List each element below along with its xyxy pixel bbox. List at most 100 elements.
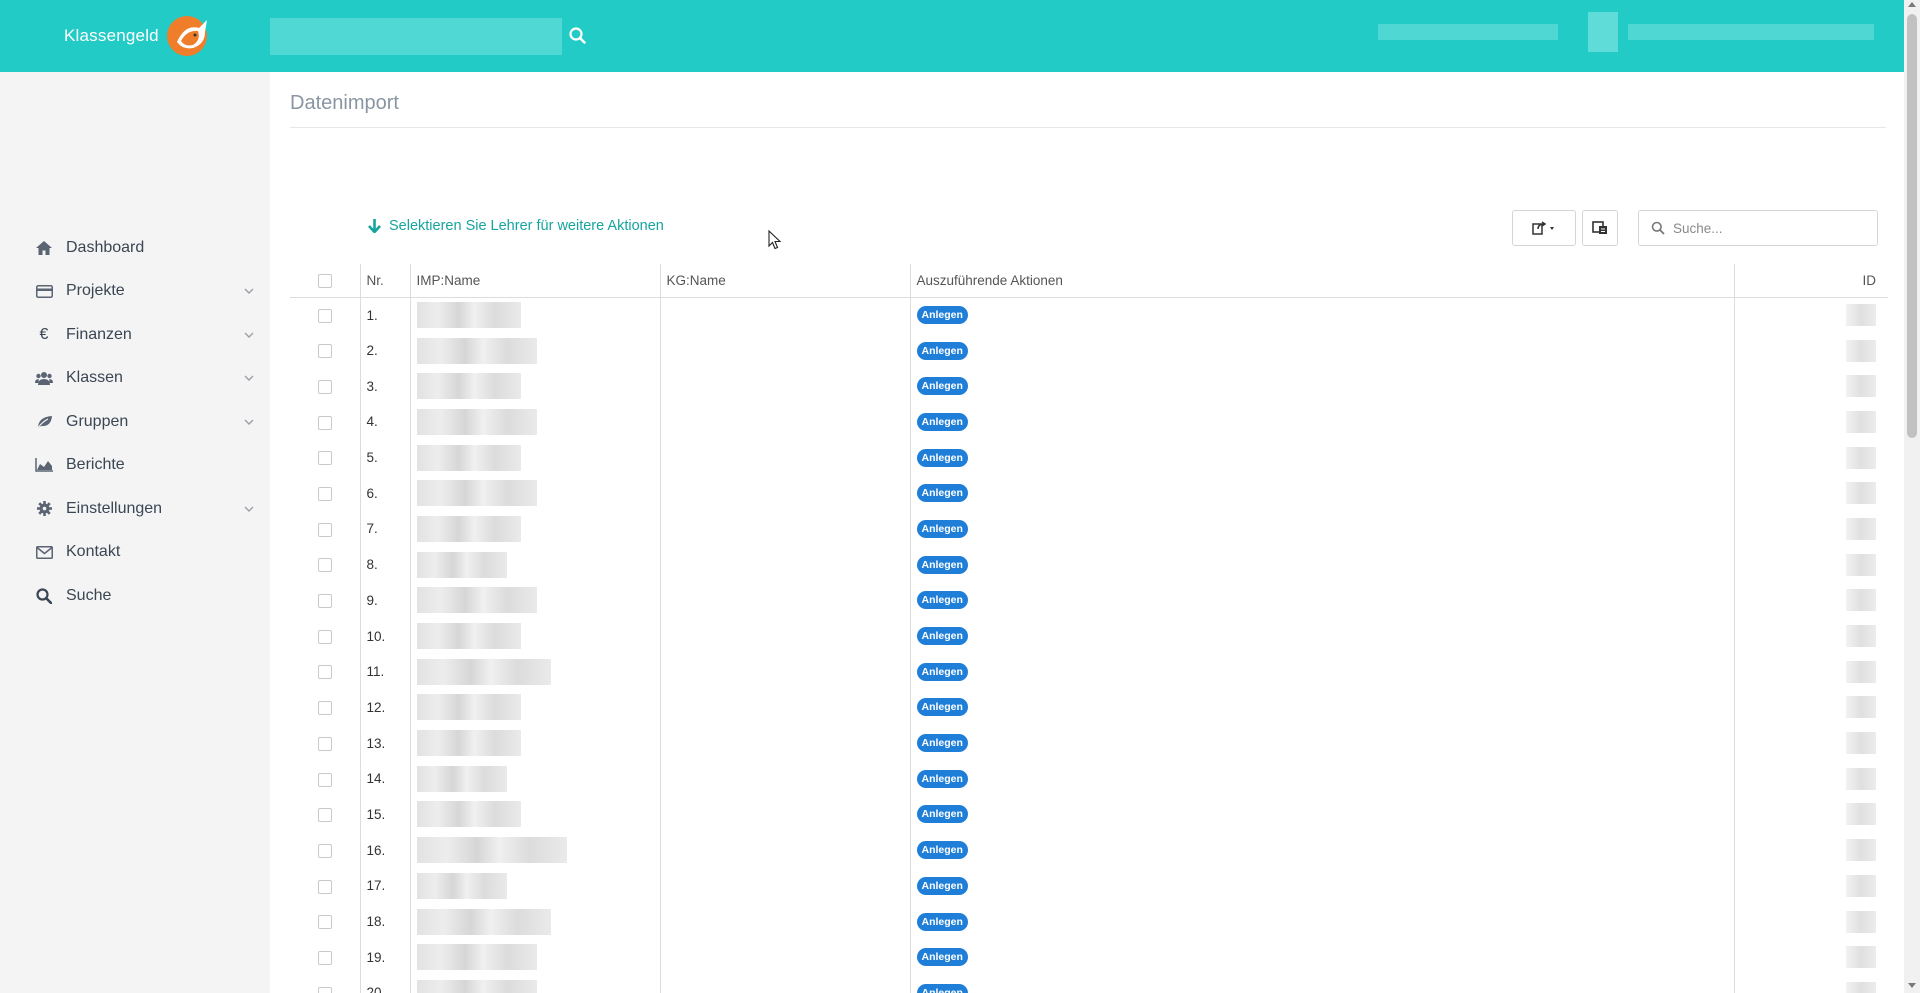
anlegen-badge[interactable]: Anlegen bbox=[916, 341, 968, 360]
row-checkbox[interactable] bbox=[317, 379, 332, 394]
row-id bbox=[1733, 939, 1888, 976]
table-row[interactable]: 2. Anlegen bbox=[290, 332, 1888, 369]
table-row[interactable]: 9. Anlegen bbox=[290, 582, 1888, 619]
import-table: Nr. IMP:Name KG:Name Auszuführende Aktio… bbox=[290, 264, 1888, 993]
anlegen-badge[interactable]: Anlegen bbox=[916, 769, 968, 788]
anlegen-badge[interactable]: Anlegen bbox=[916, 306, 968, 325]
sidebar-item-einstellungen[interactable]: Einstellungen bbox=[0, 487, 270, 531]
row-imp-name bbox=[409, 404, 660, 440]
sidebar-item-klassen[interactable]: Klassen bbox=[0, 357, 270, 401]
row-checkbox[interactable] bbox=[317, 415, 332, 430]
anlegen-badge[interactable]: Anlegen bbox=[916, 698, 968, 717]
table-row[interactable]: 7. Anlegen bbox=[290, 511, 1888, 547]
anlegen-badge[interactable]: Anlegen bbox=[916, 484, 968, 503]
column-header-nr[interactable]: Nr. bbox=[359, 264, 410, 298]
blurred-name bbox=[416, 551, 507, 578]
row-checkbox[interactable] bbox=[317, 879, 332, 894]
row-checkbox[interactable] bbox=[317, 665, 332, 680]
row-checkbox[interactable] bbox=[317, 594, 332, 609]
sidebar-item-suche[interactable]: Suche bbox=[0, 574, 270, 618]
anlegen-badge[interactable]: Anlegen bbox=[916, 448, 968, 467]
anlegen-badge[interactable]: Anlegen bbox=[916, 734, 968, 753]
sidebar-item-kontakt[interactable]: Kontakt bbox=[0, 531, 270, 575]
table-row[interactable]: 6. Anlegen bbox=[290, 475, 1888, 512]
global-search-input[interactable] bbox=[270, 18, 562, 55]
anlegen-badge[interactable]: Anlegen bbox=[916, 948, 968, 967]
column-header-imp-name[interactable]: IMP:Name bbox=[409, 264, 660, 298]
blurred-name bbox=[416, 444, 521, 471]
user-info-blurred[interactable] bbox=[1378, 24, 1558, 40]
user-avatar-blurred[interactable] bbox=[1588, 12, 1618, 52]
table-row[interactable]: 16. Anlegen bbox=[290, 832, 1888, 868]
scroll-up-arrow-icon[interactable] bbox=[1908, 2, 1916, 7]
table-row[interactable]: 13. Anlegen bbox=[290, 725, 1888, 761]
sidebar-item-berichte[interactable]: Berichte bbox=[0, 444, 270, 488]
columns-toggle-button[interactable] bbox=[1582, 210, 1618, 246]
row-checkbox[interactable] bbox=[317, 344, 332, 359]
sidebar-item-projekte[interactable]: Projekte bbox=[0, 270, 270, 314]
anlegen-badge[interactable]: Anlegen bbox=[916, 627, 968, 646]
brand-logo[interactable]: Klassengeld bbox=[64, 14, 215, 58]
table-row[interactable]: 11. Anlegen bbox=[290, 653, 1888, 690]
blurred-id bbox=[1846, 375, 1876, 398]
table-row[interactable]: 5. Anlegen bbox=[290, 439, 1888, 476]
row-checkbox[interactable] bbox=[317, 451, 332, 466]
row-checkbox[interactable] bbox=[317, 558, 332, 573]
table-row[interactable]: 14. Anlegen bbox=[290, 760, 1888, 797]
anlegen-badge[interactable]: Anlegen bbox=[916, 912, 968, 931]
table-row[interactable]: 15. Anlegen bbox=[290, 796, 1888, 833]
table-row[interactable]: 19. Anlegen bbox=[290, 939, 1888, 976]
table-row[interactable]: 12. Anlegen bbox=[290, 689, 1888, 726]
anlegen-badge[interactable]: Anlegen bbox=[916, 377, 968, 396]
anlegen-badge[interactable]: Anlegen bbox=[916, 555, 968, 574]
table-row[interactable]: 8. Anlegen bbox=[290, 546, 1888, 583]
column-header-kg-name[interactable]: KG:Name bbox=[659, 264, 910, 298]
row-checkbox[interactable] bbox=[317, 736, 332, 751]
row-checkbox[interactable] bbox=[317, 701, 332, 716]
sidebar-item-dashboard[interactable]: Dashboard bbox=[0, 226, 270, 270]
row-checkbox[interactable] bbox=[317, 772, 332, 787]
anlegen-badge[interactable]: Anlegen bbox=[916, 519, 968, 538]
anlegen-badge[interactable]: Anlegen bbox=[916, 805, 968, 824]
row-checkbox[interactable] bbox=[317, 986, 332, 993]
row-checkbox[interactable] bbox=[317, 915, 332, 930]
blurred-name bbox=[416, 694, 521, 721]
column-header-actions[interactable]: Auszuführende Aktionen bbox=[909, 264, 1734, 298]
user-name-blurred[interactable] bbox=[1628, 24, 1874, 40]
export-dropdown-button[interactable] bbox=[1512, 210, 1576, 246]
table-row[interactable]: 17. Anlegen bbox=[290, 868, 1888, 904]
row-checkbox[interactable] bbox=[317, 808, 332, 823]
table-row[interactable]: 4. Anlegen bbox=[290, 404, 1888, 440]
anlegen-badge[interactable]: Anlegen bbox=[916, 983, 968, 993]
sidebar-item-finanzen[interactable]: € Finanzen bbox=[0, 313, 270, 357]
scrollbar-thumb[interactable] bbox=[1907, 14, 1917, 438]
row-checkbox[interactable] bbox=[317, 308, 332, 323]
row-nr: 19. bbox=[359, 939, 410, 976]
sidebar-item-gruppen[interactable]: Gruppen bbox=[0, 400, 270, 444]
anlegen-badge[interactable]: Anlegen bbox=[916, 662, 968, 681]
scroll-down-arrow-icon[interactable] bbox=[1908, 983, 1916, 988]
column-header-id[interactable]: ID bbox=[1733, 264, 1888, 298]
row-checkbox[interactable] bbox=[317, 629, 332, 644]
table-row[interactable]: 20. Anlegen bbox=[290, 975, 1888, 993]
table-row[interactable]: 18. Anlegen bbox=[290, 903, 1888, 940]
row-checkbox[interactable] bbox=[317, 843, 332, 858]
table-row[interactable]: 1. Anlegen bbox=[290, 297, 1888, 333]
table-row[interactable]: 3. Anlegen bbox=[290, 368, 1888, 405]
row-kg-name bbox=[659, 404, 910, 440]
row-checkbox[interactable] bbox=[317, 487, 332, 501]
mouse-cursor-icon bbox=[768, 230, 782, 250]
table-row[interactable]: 10. Anlegen bbox=[290, 618, 1888, 654]
blurred-id bbox=[1846, 410, 1876, 433]
select-teachers-hint[interactable]: Selektieren Sie Lehrer für weitere Aktio… bbox=[368, 218, 664, 234]
anlegen-badge[interactable]: Anlegen bbox=[916, 591, 968, 610]
anlegen-badge[interactable]: Anlegen bbox=[916, 841, 968, 860]
table-search-box[interactable] bbox=[1638, 210, 1878, 246]
anlegen-badge[interactable]: Anlegen bbox=[916, 876, 968, 895]
table-search-input[interactable] bbox=[1673, 220, 1863, 236]
row-checkbox[interactable] bbox=[317, 522, 332, 537]
search-icon[interactable] bbox=[566, 24, 590, 48]
row-checkbox[interactable] bbox=[317, 950, 332, 965]
anlegen-badge[interactable]: Anlegen bbox=[916, 412, 968, 431]
select-all-checkbox[interactable] bbox=[317, 273, 332, 288]
